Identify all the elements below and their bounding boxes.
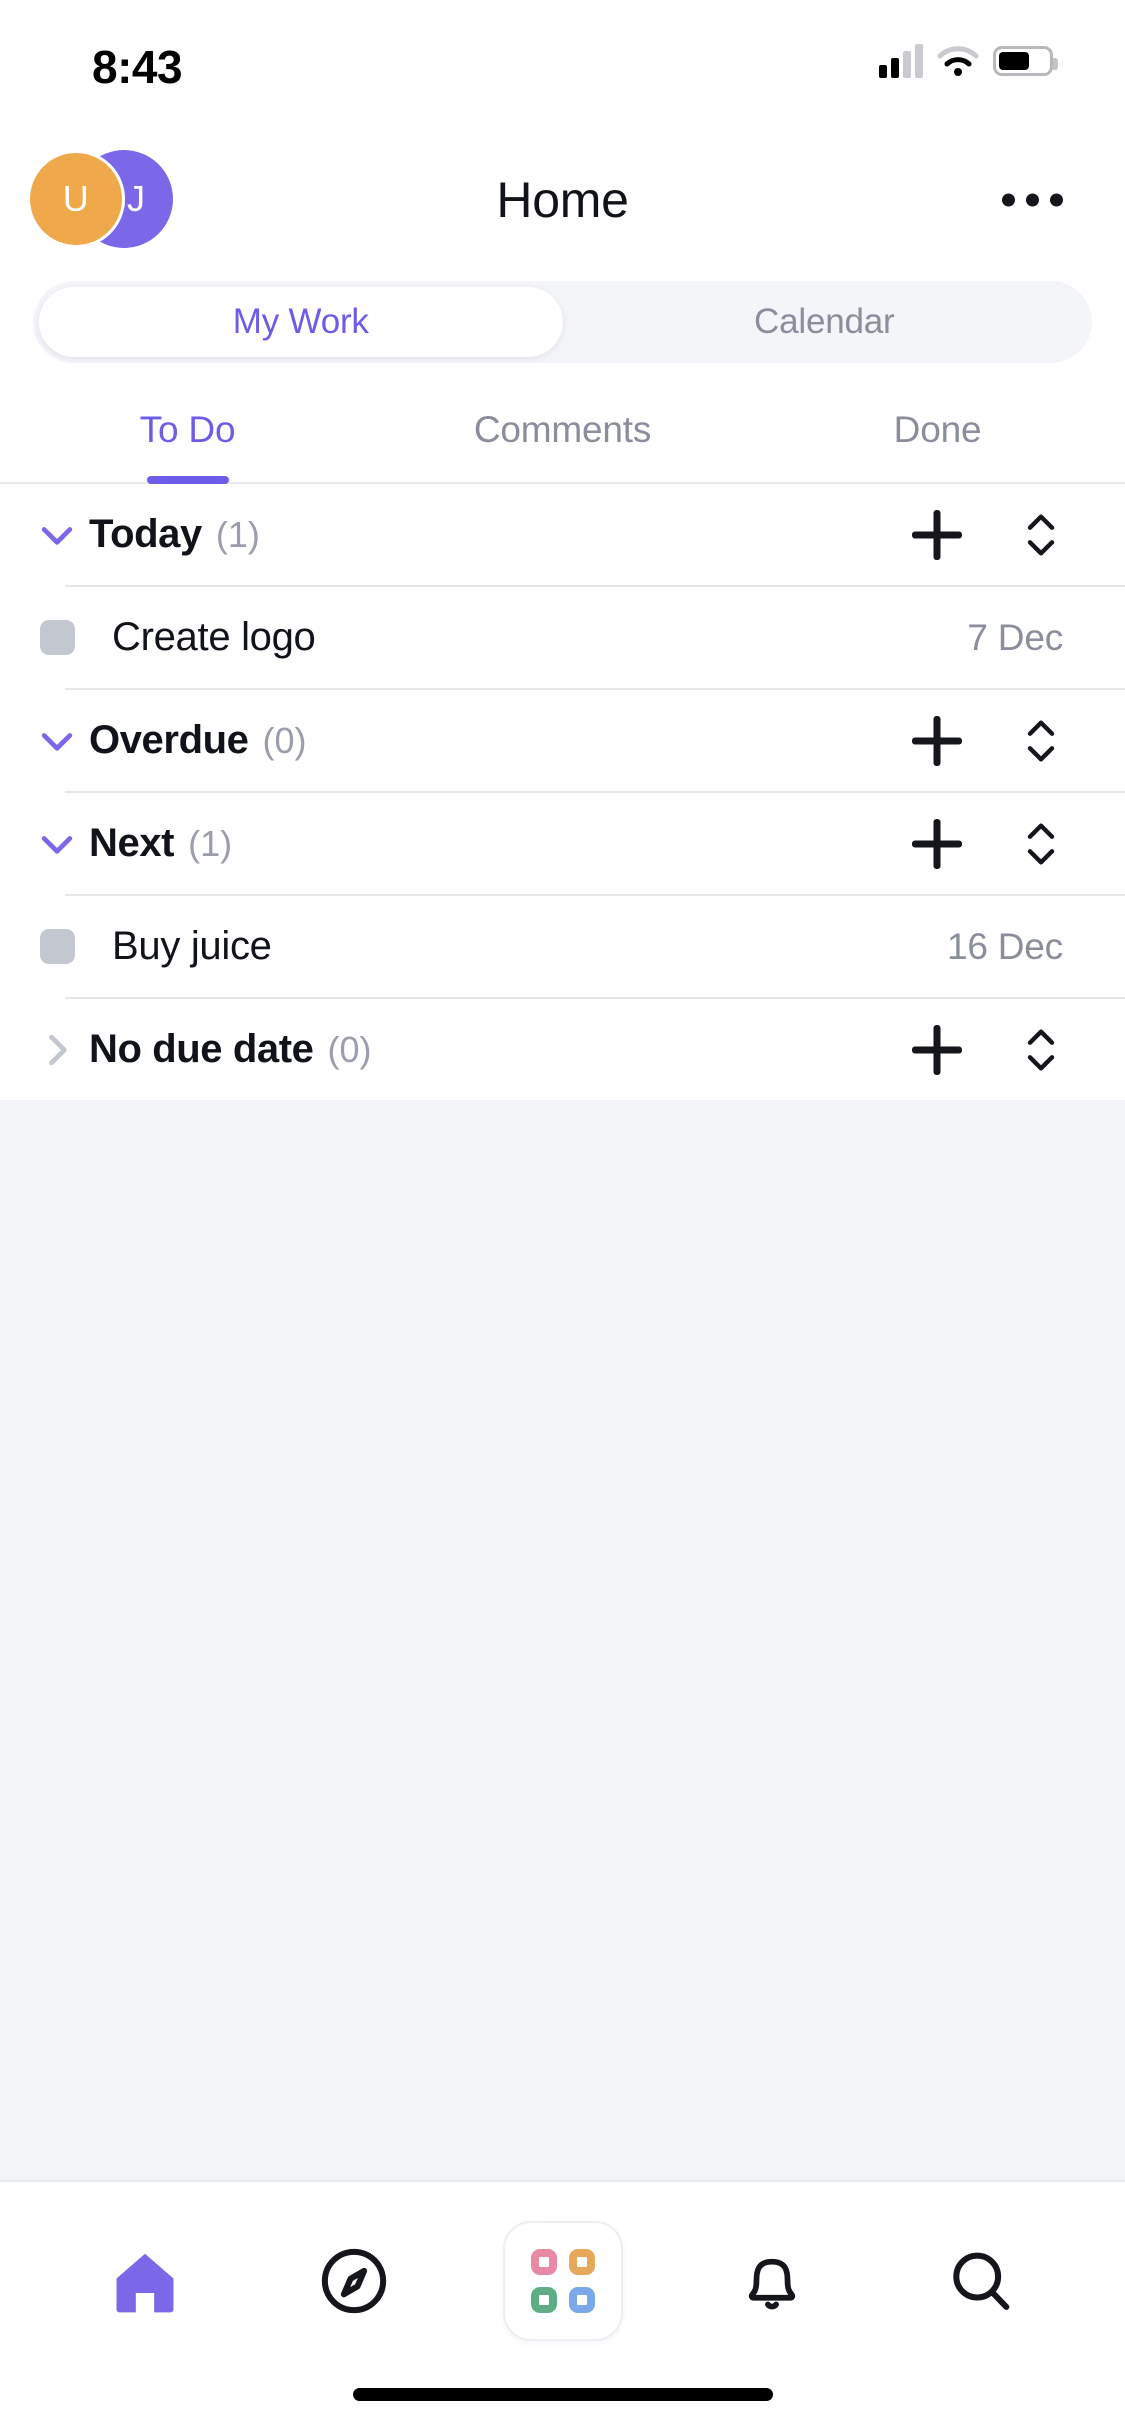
task-name: Create logo: [112, 615, 316, 659]
search-icon: [952, 2252, 1009, 2310]
section-count-overdue: (0): [262, 719, 307, 761]
segmented-control-wrap: My Work Calendar: [0, 267, 1125, 377]
section-title-no-due-date: No due date: [89, 1027, 314, 1071]
bottom-navigation: [0, 2180, 1125, 2380]
compass-icon: [321, 2248, 386, 2314]
phone-screen: 8:43 SJ U Home My Wo: [0, 0, 1125, 2436]
apps-grid-icon: [530, 2249, 595, 2313]
section-title-today: Today: [89, 512, 202, 556]
empty-area: [0, 1100, 1125, 2180]
app-header: SJ U Home: [0, 132, 1125, 267]
plus-icon[interactable]: [909, 1022, 965, 1078]
bell-icon: [748, 2258, 795, 2310]
section-title-overdue: Overdue: [89, 718, 249, 762]
tab-to-do[interactable]: To Do: [0, 377, 375, 482]
chevron-down-icon[interactable]: [33, 513, 81, 557]
sort-updown-icon[interactable]: [1019, 507, 1063, 563]
task-due-date: 16 Dec: [946, 925, 1063, 967]
tab-done-label: Done: [893, 408, 982, 450]
section-header-next[interactable]: Next (1): [0, 793, 1125, 894]
chevron-right-icon[interactable]: [33, 1028, 81, 1072]
nav-search[interactable]: [921, 2221, 1041, 2341]
tab-bar: To Do Comments Done: [0, 377, 1125, 484]
tab-done[interactable]: Done: [750, 377, 1125, 482]
nav-explore[interactable]: [294, 2221, 414, 2341]
avatar-group[interactable]: SJ U: [27, 150, 187, 248]
sort-updown-icon[interactable]: [1019, 1022, 1063, 1078]
segment-calendar[interactable]: Calendar: [563, 287, 1087, 357]
section-count-today: (1): [215, 513, 260, 555]
sort-updown-icon[interactable]: [1019, 713, 1063, 769]
section-header-today[interactable]: Today (1): [0, 484, 1125, 585]
plus-icon[interactable]: [909, 713, 965, 769]
chevron-down-icon[interactable]: [33, 822, 81, 866]
home-indicator-area: [0, 2380, 1125, 2436]
task-row-buy-juice[interactable]: Buy juice 16 Dec: [0, 896, 1125, 997]
section-count-next: (1): [188, 822, 233, 864]
tab-to-do-label: To Do: [139, 408, 236, 450]
nav-home[interactable]: [85, 2221, 205, 2341]
avatar-primary[interactable]: U: [27, 150, 125, 248]
task-due-date: 7 Dec: [967, 616, 1063, 658]
task-row-create-logo[interactable]: Create logo 7 Dec: [0, 587, 1125, 688]
wifi-icon: [937, 46, 979, 76]
section-header-overdue[interactable]: Overdue (0): [0, 690, 1125, 791]
segment-my-work-label: My Work: [232, 302, 369, 341]
chevron-down-icon[interactable]: [33, 719, 81, 763]
section-count-no-due-date: (0): [327, 1028, 372, 1070]
plus-icon[interactable]: [909, 507, 965, 563]
tab-comments-label: Comments: [473, 408, 652, 450]
battery-icon: [993, 46, 1058, 76]
task-list: Today (1) Create logo 7 Dec Overdue (0): [0, 484, 1125, 1100]
checkbox-unchecked-icon[interactable]: [40, 929, 75, 964]
sort-updown-icon[interactable]: [1019, 816, 1063, 872]
avatar-primary-initials: U: [62, 178, 90, 219]
segment-my-work[interactable]: My Work: [39, 287, 563, 357]
plus-icon[interactable]: [909, 816, 965, 872]
more-horizontal-icon[interactable]: [1002, 193, 1063, 206]
segmented-control: My Work Calendar: [33, 281, 1092, 363]
segment-calendar-label: Calendar: [754, 302, 895, 341]
status-bar-time: 8:43: [92, 41, 183, 93]
checkbox-unchecked-icon[interactable]: [40, 620, 75, 655]
home-indicator[interactable]: [352, 2388, 773, 2401]
task-name: Buy juice: [112, 924, 272, 968]
section-header-no-due-date[interactable]: No due date (0): [0, 999, 1125, 1100]
status-bar-indicators: [879, 44, 1058, 78]
cellular-signal-icon: [879, 44, 923, 78]
home-icon: [116, 2253, 173, 2313]
section-title-next: Next: [89, 821, 175, 865]
tab-comments[interactable]: Comments: [375, 377, 750, 482]
status-bar: 8:43: [0, 0, 1125, 132]
nav-notifications[interactable]: [712, 2221, 832, 2341]
nav-apps[interactable]: [502, 2221, 623, 2341]
